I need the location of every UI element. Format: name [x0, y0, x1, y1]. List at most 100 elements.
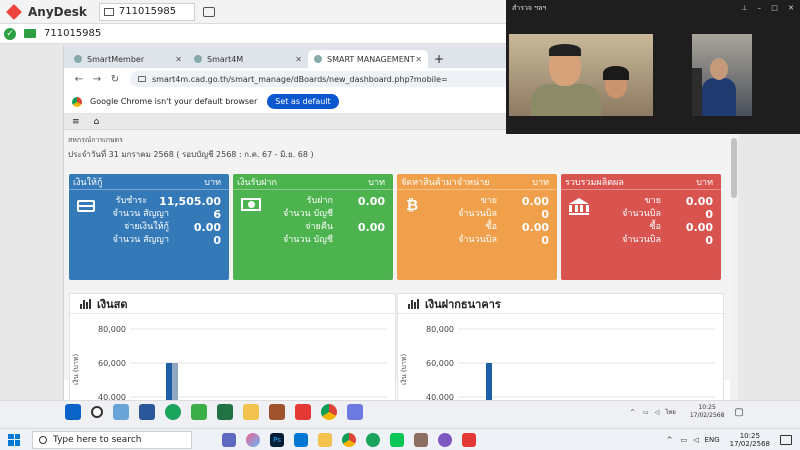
remote-clock[interactable]: 10:25 17/02/2568 [690, 404, 725, 420]
mail-icon[interactable] [294, 432, 308, 447]
pin-icon[interactable]: ⊥ [741, 4, 747, 12]
windows-start-icon[interactable] [65, 404, 81, 420]
copilot-icon[interactable] [246, 432, 260, 447]
network-icon[interactable]: ▭ [643, 409, 649, 416]
set-default-button[interactable]: Set as default [267, 94, 339, 109]
page-scrollbar[interactable] [730, 132, 738, 400]
anydesk-session-tab[interactable]: 711015985 [98, 2, 195, 21]
scrollbar-thumb[interactable] [731, 138, 737, 198]
input-language[interactable]: ไทย [665, 407, 676, 417]
close-tab-icon[interactable]: ✕ [415, 55, 422, 64]
system-tray: ^ ▭ ◁ ENG 10:25 17/02/2568 [667, 429, 792, 450]
card-title: เงินให้กู้ [73, 177, 103, 188]
taskbar-clock[interactable]: 10:25 17/02/2568 [730, 432, 770, 448]
close-tab-icon[interactable]: ✕ [175, 55, 182, 64]
clock-time: 10:25 [739, 432, 760, 440]
excel-icon[interactable] [217, 404, 233, 420]
tray-chevron-icon[interactable]: ^ [667, 436, 673, 444]
photoshop-icon[interactable]: Ps [270, 432, 284, 447]
card-row: ขาย 0.00 [480, 195, 549, 208]
y-tick-label: 40,000 [426, 393, 454, 400]
menu-icon[interactable]: ≡ [72, 117, 80, 127]
tab-favicon-icon [74, 55, 82, 63]
connected-check-icon: ✓ [4, 27, 16, 40]
browser-tab-active[interactable]: SMART MANAGEMENT ✕ [308, 50, 428, 68]
anydesk-address-field[interactable]: 711015985 [44, 28, 101, 39]
task-view-icon[interactable] [222, 432, 236, 447]
credit-card-icon [77, 200, 95, 212]
file-explorer-icon[interactable] [318, 432, 332, 447]
close-icon[interactable]: ✕ [788, 4, 794, 12]
windows-taskbar: Type here to search Ps ^ ▭ ◁ ENG 10:25 1… [0, 428, 800, 450]
url-text: smart4m.cad.go.th/smart_manage/dBoards/n… [152, 74, 448, 84]
report-date: ประจำวันที่ 31 มกราคม 2568 ( รอบบัญชี 25… [68, 150, 314, 159]
browser-tab[interactable]: SmartMember ✕ [68, 50, 188, 68]
edge-icon[interactable] [366, 432, 380, 447]
notification-icon[interactable]: ▢ [734, 407, 743, 418]
volume-icon[interactable]: ◁ [693, 436, 698, 444]
search-icon[interactable] [91, 406, 103, 418]
video-feed-secondary [692, 34, 752, 116]
anydesk-app-name: AnyDesk [28, 4, 87, 19]
home-icon[interactable]: ⌂ [94, 117, 100, 127]
bar-chart-icon [408, 298, 419, 309]
card-row: จำนวนบิล 0 [622, 234, 713, 247]
tab-label: SmartMember [87, 54, 145, 64]
app-icon[interactable] [438, 432, 452, 447]
video-call-window: สำรวจ ฯลฯ ⊥ – □ ✕ [506, 0, 800, 134]
card-title: รวบรวมผลิตผล [565, 177, 624, 188]
taskbar-search[interactable]: Type here to search [32, 430, 192, 449]
app-icon[interactable] [269, 404, 285, 420]
card-title: จัดหาสินค้ามาจำหน่าย [401, 177, 490, 188]
browser-tab[interactable]: Smart4M ✕ [188, 50, 308, 68]
line-icon[interactable] [191, 404, 207, 420]
windows-start-icon[interactable] [8, 433, 20, 446]
deposit-card[interactable]: เงินรับฝาก บาท รับฝาก 0.00 จำนวน บัญชี จ่า… [233, 174, 393, 280]
monitor-icon [103, 7, 114, 16]
chrome-icon[interactable] [321, 404, 337, 420]
file-explorer-icon[interactable] [243, 404, 259, 420]
app-icon[interactable] [414, 432, 428, 447]
forward-icon[interactable]: → [88, 74, 106, 85]
card-unit: บาท [696, 177, 713, 188]
bank-deposit-chart-panel: เงินฝากธนาคาร 80,000 60,000 40,000 เงิน (บา… [397, 293, 724, 400]
y-tick-label: 80,000 [426, 325, 454, 334]
edge-icon[interactable] [165, 404, 181, 420]
maximize-icon[interactable]: □ [771, 4, 778, 12]
new-tab-button[interactable]: + [434, 50, 444, 68]
new-session-icon[interactable] [202, 6, 215, 17]
anydesk-icon[interactable] [295, 404, 311, 420]
network-icon[interactable]: ▭ [681, 436, 688, 444]
volume-icon[interactable]: ◁ [655, 409, 660, 416]
site-info-icon[interactable] [138, 76, 146, 82]
search-placeholder: Type here to search [53, 434, 142, 445]
task-view-icon[interactable] [113, 404, 129, 420]
card-unit: บาท [532, 177, 549, 188]
loan-card[interactable]: เงินให้กู้ บาท รับชำระ 11,505.00 จำนวน สัญ… [69, 174, 229, 280]
chrome-icon[interactable] [342, 432, 356, 447]
bar [166, 363, 172, 400]
y-tick-label: 60,000 [98, 359, 126, 368]
card-row: จำนวน บัญชี [282, 209, 333, 219]
bar [486, 363, 492, 400]
back-icon[interactable]: ← [70, 74, 88, 85]
word-icon[interactable] [139, 404, 155, 420]
anydesk-icon[interactable] [462, 432, 476, 447]
line-icon[interactable] [390, 432, 404, 447]
clock-date: 17/02/2568 [689, 412, 725, 419]
minimize-icon[interactable]: – [758, 4, 762, 12]
cash-icon [241, 198, 261, 211]
card-row: จ่ายคืน 0.00 [305, 221, 385, 234]
tray-chevron-icon[interactable]: ^ [630, 409, 635, 416]
close-tab-icon[interactable]: ✕ [295, 55, 302, 64]
card-row: จำนวน สัญญา 6 [112, 208, 221, 221]
reload-icon[interactable]: ↻ [106, 74, 124, 85]
notification-icon[interactable] [780, 435, 792, 445]
clock-time: 10:25 [698, 404, 716, 411]
app-icon[interactable] [347, 404, 363, 420]
supply-card[interactable]: จัดหาสินค้ามาจำหน่าย บาท ₿ ขาย 0.00 จำนวนบ… [397, 174, 557, 280]
remote-monitor-icon[interactable] [24, 29, 36, 38]
input-language[interactable]: ENG [705, 436, 720, 444]
cash-chart-panel: เงินสด 80,000 60,000 40,000 เงิน (บาท) [69, 293, 396, 400]
produce-card[interactable]: รวบรวมผลิตผล บาท ขาย 0.00 จำนวนบิล 0 ซื้อ 0.… [561, 174, 721, 280]
